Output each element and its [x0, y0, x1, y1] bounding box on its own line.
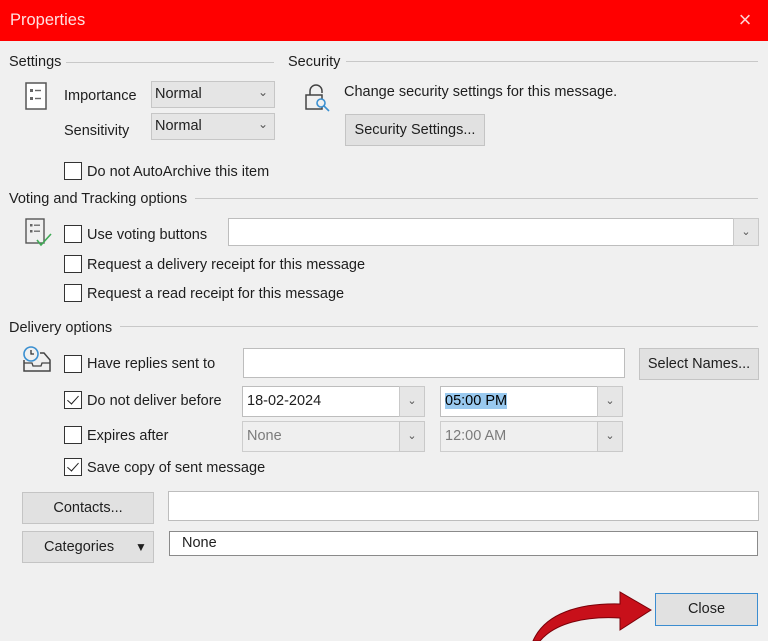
expires-date-dropdown: ⌄ [399, 421, 425, 452]
deliver-date-value: 18-02-2024 [247, 393, 322, 409]
use-voting-checkbox[interactable] [64, 225, 82, 243]
delivery-receipt-checkbox[interactable] [64, 255, 82, 273]
categories-input[interactable]: None [169, 531, 758, 556]
replies-label: Have replies sent to [87, 356, 216, 372]
categories-value: None [182, 535, 217, 551]
delivery-clock-inbox-icon [23, 346, 51, 372]
sensitivity-select[interactable]: Normal ⌄ [151, 113, 275, 140]
categories-button[interactable]: Categories ▼ [22, 531, 154, 563]
voting-checklist-icon [25, 218, 52, 247]
select-names-button[interactable]: Select Names... [639, 348, 759, 380]
settings-divider [66, 62, 274, 63]
delivery-section-title: Delivery options [9, 320, 113, 336]
delivery-divider [120, 326, 758, 327]
voting-section-title: Voting and Tracking options [9, 191, 188, 207]
sensitivity-value: Normal [155, 118, 202, 134]
autoarchive-checkbox[interactable] [64, 162, 82, 180]
sensitivity-label: Sensitivity [64, 123, 130, 139]
annotation-arrow-icon [532, 591, 652, 641]
voting-divider [195, 198, 758, 199]
security-settings-button[interactable]: Security Settings... [345, 114, 485, 146]
importance-label: Importance [64, 88, 137, 104]
expires-time-value: 12:00 AM [445, 428, 507, 444]
title-bar: Properties × [0, 0, 768, 41]
settings-section-title: Settings [9, 54, 62, 70]
settings-list-icon [25, 82, 47, 110]
expires-date-value: None [247, 428, 282, 444]
deliver-date-input[interactable]: 18-02-2024 [242, 386, 400, 417]
replies-to-input[interactable] [243, 348, 625, 378]
voting-buttons-input[interactable] [228, 218, 734, 246]
expires-label: Expires after [87, 428, 169, 444]
save-copy-checkbox[interactable] [64, 458, 82, 476]
importance-value: Normal [155, 86, 202, 102]
importance-select[interactable]: Normal ⌄ [151, 81, 275, 108]
contacts-button[interactable]: Contacts... [22, 492, 154, 524]
deliver-time-value: 05:00 PM [445, 393, 508, 409]
expires-time-dropdown: ⌄ [597, 421, 623, 452]
close-window-icon[interactable]: × [733, 8, 757, 32]
lock-key-icon [305, 84, 330, 112]
read-receipt-label: Request a read receipt for this message [87, 286, 345, 302]
replies-checkbox[interactable] [64, 355, 82, 373]
contacts-input[interactable] [168, 491, 759, 521]
chevron-down-icon: ⌄ [257, 85, 268, 99]
security-description: Change security settings for this messag… [344, 84, 618, 100]
deliver-before-label: Do not deliver before [87, 393, 222, 409]
deliver-time-dropdown[interactable]: ⌄ [597, 386, 623, 417]
save-copy-label: Save copy of sent message [87, 460, 266, 476]
window-title: Properties [10, 11, 86, 29]
voting-dropdown-button[interactable]: ⌄ [733, 218, 759, 246]
deliver-date-dropdown[interactable]: ⌄ [399, 386, 425, 417]
expires-date-input: None [242, 421, 400, 452]
close-button[interactable]: Close [655, 593, 758, 626]
expires-time-input: 12:00 AM [440, 421, 598, 452]
read-receipt-checkbox[interactable] [64, 284, 82, 302]
expires-checkbox[interactable] [64, 426, 82, 444]
autoarchive-label: Do not AutoArchive this item [87, 164, 270, 180]
delivery-receipt-label: Request a delivery receipt for this mess… [87, 257, 366, 273]
security-divider [346, 61, 758, 62]
categories-button-label: Categories [44, 539, 115, 555]
use-voting-label: Use voting buttons [87, 227, 208, 243]
deliver-time-input[interactable]: 05:00 PM [440, 386, 598, 417]
triangle-down-icon: ▼ [135, 540, 147, 554]
security-section-title: Security [288, 54, 341, 70]
deliver-before-checkbox[interactable] [64, 391, 82, 409]
chevron-down-icon: ⌄ [257, 117, 268, 131]
